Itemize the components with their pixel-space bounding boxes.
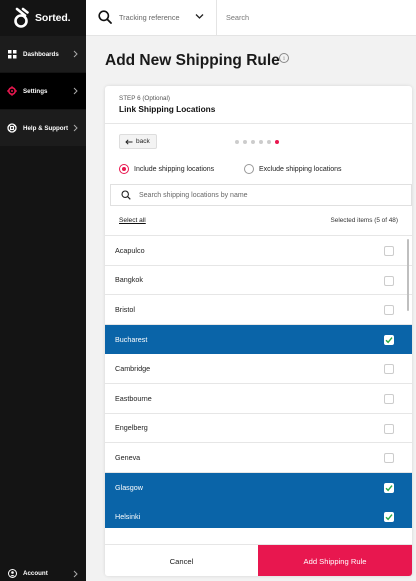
gear-icon [7, 86, 17, 96]
chevron-right-icon [73, 50, 78, 58]
checkbox[interactable] [384, 246, 394, 256]
checkbox[interactable] [384, 364, 394, 375]
include-label: Include shipping locations [134, 165, 215, 173]
check-icon [385, 336, 393, 344]
list-item[interactable]: Acapulco [105, 236, 412, 266]
sidebar-item-label: Dashboards [23, 50, 59, 58]
user-icon [7, 569, 17, 579]
list-item[interactable]: Cambridge [105, 354, 412, 384]
info-icon[interactable]: i [279, 53, 289, 63]
step-dot-current [275, 140, 279, 144]
back-label: back [136, 138, 150, 145]
checkbox[interactable] [384, 275, 394, 286]
location-name: Glasgow [115, 482, 143, 492]
add-shipping-rule-button[interactable]: Add Shipping Rule [258, 545, 412, 576]
chevron-down-icon[interactable] [195, 13, 204, 20]
lifebuoy-icon [7, 123, 17, 133]
step-progress-dots [235, 140, 279, 144]
sidebar-item-settings[interactable]: Settings [0, 73, 86, 109]
sidebar-item-label: Settings [23, 87, 48, 95]
grid-icon [7, 49, 17, 59]
tracking-reference-dropdown[interactable]: Tracking reference [119, 13, 180, 22]
chevron-right-icon [73, 124, 78, 132]
check-icon [385, 514, 393, 521]
sidebar: Sorted. Dashboards Settings Help & Suppo… [0, 0, 86, 581]
step-dot [235, 140, 239, 144]
list-item[interactable]: Eastbourne [105, 383, 412, 414]
checkbox-checked[interactable] [384, 482, 394, 493]
list-item[interactable]: Helsinki [105, 502, 412, 528]
location-name: Acapulco [115, 245, 145, 255]
selected-count: Selected items (5 of 48) [330, 217, 399, 224]
location-name: Geneva [115, 452, 141, 462]
checkbox[interactable] [384, 305, 394, 316]
sorted-logo-icon [14, 7, 29, 28]
divider [216, 0, 217, 36]
checkbox[interactable] [384, 393, 394, 404]
exclude-radio[interactable] [244, 164, 254, 174]
location-name: Eastbourne [115, 393, 152, 403]
checkbox[interactable] [384, 453, 394, 464]
shipping-rule-panel: STEP 6 (Optional) Link Shipping Location… [105, 86, 412, 576]
page-title: Add New Shipping Rule [105, 52, 280, 69]
list-item[interactable]: Engelberg [105, 413, 412, 444]
step-title: Link Shipping Locations [119, 104, 216, 114]
sidebar-item-label: Help & Support [23, 124, 69, 132]
location-name: Helsinki [115, 512, 141, 522]
list-item[interactable]: Bristol [105, 295, 412, 325]
location-name: Engelberg [115, 423, 148, 433]
location-name: Bristol [115, 304, 135, 314]
select-all-link[interactable]: Select all [119, 217, 146, 224]
list-item[interactable]: Glasgow [105, 472, 412, 503]
step-label: STEP 6 (Optional) [119, 95, 170, 102]
brand-logo[interactable]: Sorted. [0, 0, 86, 36]
top-bar: Tracking reference Search [86, 0, 416, 36]
scrollbar[interactable] [407, 239, 409, 311]
location-name: Bangkok [115, 275, 143, 285]
back-button[interactable]: back [119, 134, 157, 149]
chevron-right-icon [73, 570, 78, 578]
sidebar-item-account[interactable]: Account [0, 566, 86, 581]
step-header: STEP 6 (Optional) Link Shipping Location… [105, 86, 412, 124]
arrow-left-icon [125, 138, 133, 145]
sidebar-item-help-support[interactable]: Help & Support [0, 110, 86, 146]
checkbox-checked[interactable] [384, 334, 394, 345]
location-name: Cambridge [115, 364, 151, 374]
panel-footer: Cancel Add Shipping Rule [105, 544, 412, 576]
step-dot [251, 140, 255, 144]
brand-name: Sorted. [35, 12, 71, 24]
sidebar-item-dashboards[interactable]: Dashboards [0, 36, 86, 72]
search-icon [121, 190, 131, 200]
list-item[interactable]: Bucharest [105, 324, 412, 355]
cancel-button[interactable]: Cancel [105, 545, 258, 576]
step-dot [267, 140, 271, 144]
global-search-input[interactable]: Search [226, 13, 249, 22]
include-radio[interactable] [119, 164, 129, 174]
include-locations-option[interactable]: Include shipping locations [119, 164, 214, 174]
location-list: Acapulco Bangkok Bristol Bucharest Cambridge… [105, 235, 412, 528]
list-item[interactable]: Bangkok [105, 265, 412, 296]
step-dot [243, 140, 247, 144]
exclude-locations-option[interactable]: Exclude shipping locations [244, 164, 342, 174]
step-dot [259, 140, 263, 144]
location-search-placeholder: Search shipping locations by name [139, 191, 248, 199]
sidebar-item-label: Account [23, 570, 48, 577]
check-icon [385, 484, 393, 492]
search-icon [98, 10, 112, 24]
checkbox[interactable] [384, 423, 394, 434]
checkbox-checked[interactable] [384, 512, 394, 523]
exclude-label: Exclude shipping locations [259, 165, 342, 173]
location-search-input[interactable]: Search shipping locations by name [110, 184, 412, 206]
list-item[interactable]: Geneva [105, 443, 412, 473]
location-name: Bucharest [115, 334, 148, 344]
chevron-right-icon [73, 87, 78, 95]
